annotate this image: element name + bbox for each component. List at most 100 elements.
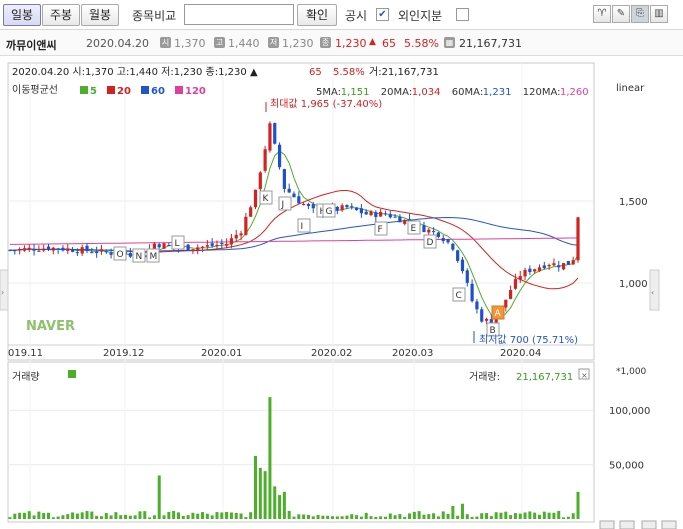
volume-bar [22, 512, 26, 519]
eraser-icon[interactable]: ⎘ [631, 5, 649, 23]
chart-icon: ▦ [444, 37, 455, 48]
volume-bar [513, 513, 517, 519]
confirm-button[interactable]: 확인 [297, 4, 337, 26]
volume-value: 21,167,731 [459, 37, 522, 50]
volume-bar [369, 516, 373, 519]
foreign-checkbox[interactable] [456, 8, 469, 21]
candle-body [345, 205, 349, 208]
candle-body [484, 318, 489, 321]
volume-bar [302, 514, 306, 519]
candle-body [354, 207, 359, 211]
pin-icon[interactable]: ♈ [593, 5, 611, 23]
candle-body [66, 248, 70, 251]
candle-body [253, 189, 258, 208]
candle-body [32, 249, 36, 251]
candle-body [27, 247, 31, 250]
event-marker-label: F [378, 225, 383, 235]
settings-icon[interactable] [641, 520, 657, 529]
monthly-button[interactable]: 월봉 [81, 4, 119, 26]
volume-bar [499, 512, 503, 519]
date-tick-label: 2020.04 [500, 348, 541, 359]
volume-bar [249, 512, 253, 519]
stock-chart[interactable]: › ‹ 2020.04.20 시:1,370 고:1,440 저:1,230 종… [0, 55, 683, 529]
ma-legend-swatch [107, 86, 115, 94]
volume-bar [234, 512, 238, 519]
volume-bar [109, 515, 113, 519]
compare-input[interactable] [184, 4, 294, 25]
volume-bar [71, 512, 75, 519]
candle-body [542, 265, 546, 269]
volume-bar [432, 513, 436, 519]
ma-value: 1,260 [560, 87, 589, 98]
candle-body [297, 196, 301, 204]
disclosure-checkbox[interactable]: ✔ [376, 8, 389, 21]
candle-body [220, 242, 224, 244]
volume-bar [326, 515, 330, 519]
volume-bar [133, 515, 137, 519]
volume-bar [470, 516, 474, 519]
candle-body [191, 249, 195, 251]
volume-bar [186, 515, 190, 519]
candle-body [13, 250, 17, 252]
low-value: 1,230 [282, 37, 314, 50]
volume-bar [152, 515, 156, 519]
candle-body [403, 219, 407, 224]
candle-body [128, 253, 132, 257]
fullscreen-icon[interactable] [661, 520, 677, 529]
volume-bar [427, 514, 431, 519]
ma-value: 1,034 [412, 87, 441, 98]
candle-body [70, 249, 75, 252]
candle-body [480, 309, 484, 322]
candle-body [42, 248, 46, 251]
candle-body [37, 250, 41, 252]
volume-bar [451, 505, 455, 519]
volume-bar [456, 515, 460, 519]
volume-bar [278, 495, 282, 519]
volume-bar [176, 512, 180, 519]
volume-bar [446, 513, 450, 519]
date-tick-label: 2020.03 [392, 348, 433, 359]
candle-body [379, 212, 383, 217]
scale-label[interactable]: linear [616, 83, 645, 94]
scroll-left-icon[interactable]: › [1, 288, 4, 297]
event-marker-label: J [281, 200, 285, 210]
volume-bar [18, 512, 22, 519]
volume-bar [114, 512, 118, 519]
candle-body [335, 206, 339, 211]
volume-bar [263, 471, 267, 519]
min-annotation: 최저값 700 (75.71%) [479, 334, 578, 346]
volume-bar [75, 513, 79, 519]
chart-header: 2020.04.20 시:1,370 고:1,440 저:1,230 종:1,2… [12, 66, 258, 78]
volume-bar [518, 513, 522, 519]
candle-body [157, 244, 161, 248]
volume-bar [460, 503, 464, 519]
candle-body [95, 251, 99, 254]
zoom-in-icon[interactable] [619, 520, 635, 529]
event-marker-label: N [136, 252, 143, 262]
zoom-out-icon[interactable] [599, 520, 615, 529]
candle-body [196, 247, 200, 250]
volume-bar [398, 514, 402, 519]
candle-body [287, 188, 291, 193]
candle-body [383, 213, 388, 215]
volume-bar [42, 513, 46, 519]
daily-button[interactable]: 일봉 [3, 4, 41, 26]
candle-body [537, 267, 542, 271]
pencil-icon[interactable]: ✎ [612, 5, 630, 23]
candle-body [311, 204, 315, 209]
close-icon[interactable]: × [581, 371, 588, 380]
weekly-button[interactable]: 주봉 [42, 4, 80, 26]
volume-bar [335, 516, 339, 519]
candle-body [441, 237, 445, 242]
candle-body [18, 248, 22, 251]
volume-bar [104, 512, 108, 519]
candle-body [528, 268, 532, 273]
volume-bar [566, 516, 570, 519]
scroll-right-icon[interactable]: ‹ [651, 288, 654, 297]
candle-body [205, 245, 209, 247]
volume-bar [306, 514, 310, 519]
volume-bar [509, 515, 513, 519]
volume-axis: 100,000 50,000 [609, 406, 650, 471]
bar-chart-icon[interactable]: ▥ [650, 5, 668, 23]
volume-value-label: 21,167,731 [516, 372, 573, 383]
